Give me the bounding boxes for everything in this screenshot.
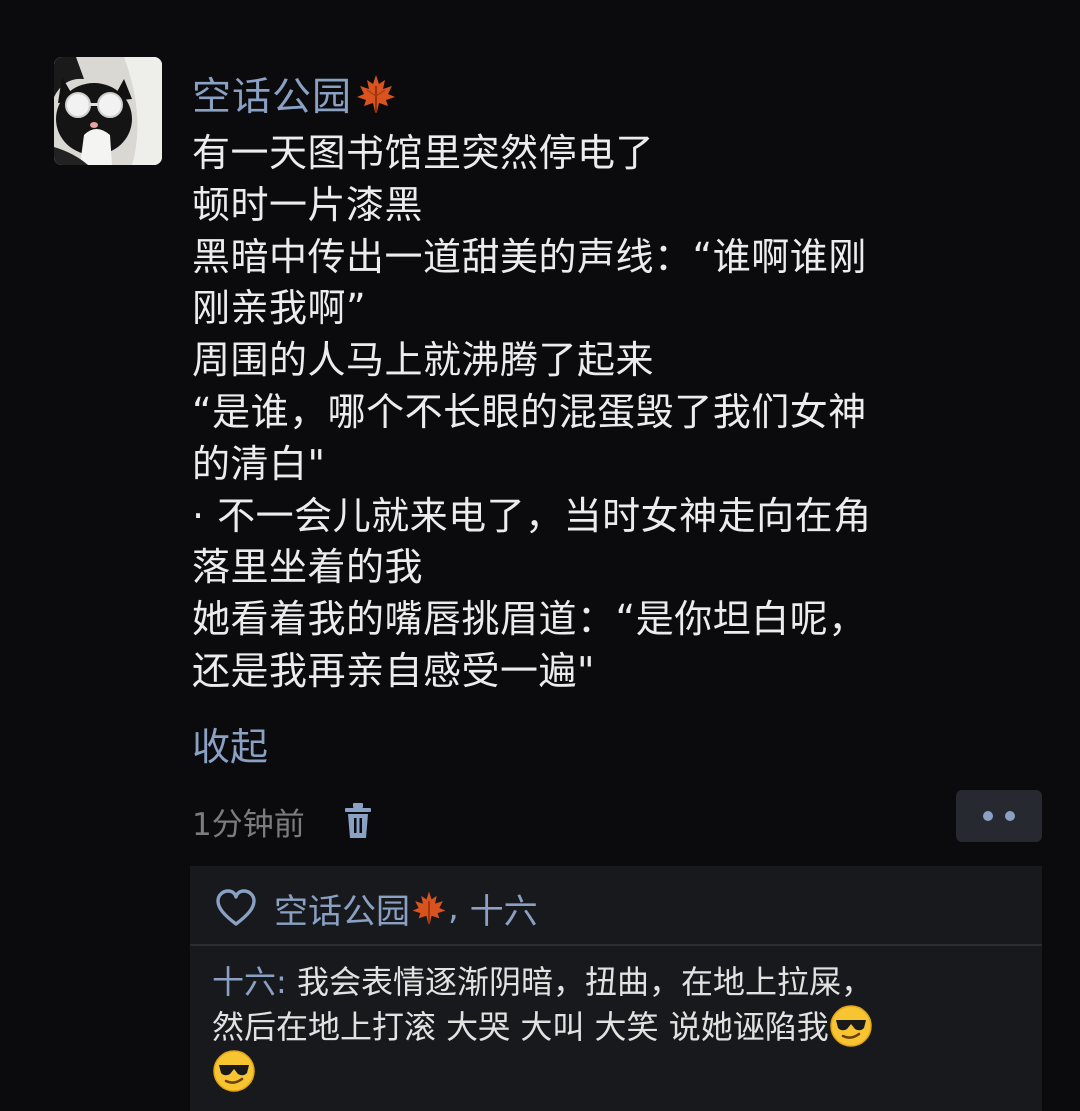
likes-row: 空话公园 , 十六 — [214, 880, 538, 936]
maple-leaf-icon — [410, 889, 448, 927]
post-line: 黑暗中传出一道甜美的声线：“谁啊谁刚 — [192, 234, 867, 279]
collapse-link[interactable]: 收起 — [192, 716, 268, 771]
comment-text-line: 我会表情逐渐阴暗，扭曲，在地上拉屎， — [296, 963, 873, 1001]
liker-name[interactable]: 空话公园 — [274, 884, 410, 933]
post-line: 还是我再亲自感受一遍" — [192, 648, 595, 693]
heart-icon[interactable] — [214, 888, 258, 928]
post-line: 她看着我的嘴唇挑眉道：“是你坦白呢， — [192, 597, 867, 642]
interaction-panel: 空话公园 , 十六 十六: 我会表情逐渐阴暗，扭曲，在地上拉屎， 然后在地上打滚… — [190, 866, 1042, 1111]
comment-colon: : — [276, 963, 297, 1001]
post-line: 有一天图书馆里突然停电了 — [192, 131, 655, 175]
more-actions-button[interactable] — [956, 790, 1042, 842]
liker-name[interactable]: 十六 — [470, 884, 538, 933]
post-header: 空话公园 — [192, 64, 398, 124]
sunglasses-emoji-icon — [212, 1049, 256, 1093]
sunglasses-emoji-icon — [829, 1004, 873, 1048]
comment-text-line: 然后在地上打滚 大哭 大叫 大笑 说她诬陷我 — [212, 1008, 829, 1046]
post-line: 落里坐着的我 — [192, 545, 424, 590]
post-line: “是谁，哪个不长眼的混蛋毁了我们女神 — [192, 389, 867, 434]
avatar[interactable] — [54, 57, 162, 165]
post-line: · 不一会儿就来电了，当时女神走向在角 — [192, 493, 872, 538]
cat-avatar-image — [54, 57, 162, 165]
comment-author[interactable]: 十六 — [212, 963, 276, 1001]
dot-icon — [983, 811, 993, 821]
comment-line: 十六: 我会表情逐渐阴暗，扭曲，在地上拉屎， — [212, 960, 1032, 1004]
divider — [190, 944, 1042, 946]
dot-icon — [1005, 811, 1015, 821]
liker-separator: , — [448, 888, 470, 928]
post-timestamp: 1分钟前 — [192, 806, 305, 843]
comment-line: 然后在地上打滚 大哭 大叫 大笑 说她诬陷我 — [212, 1004, 1032, 1049]
trash-icon[interactable] — [343, 802, 373, 840]
post-username[interactable]: 空话公园 — [192, 66, 352, 122]
post-meta: 1分钟前 — [192, 796, 373, 846]
post-line: 顿时一片漆黑 — [192, 182, 424, 227]
comment-item: 十六: 我会表情逐渐阴暗，扭曲，在地上拉屎， 然后在地上打滚 大哭 大叫 大笑 … — [212, 960, 1032, 1094]
post-content: 有一天图书馆里突然停电了 顿时一片漆黑 黑暗中传出一道甜美的声线：“谁啊谁刚 刚… — [192, 128, 1032, 698]
maple-leaf-icon — [354, 72, 398, 116]
comment-line — [212, 1049, 1032, 1094]
post-line: 周围的人马上就沸腾了起来 — [192, 338, 655, 383]
post-line: 刚亲我啊” — [192, 286, 367, 331]
post-line: 的清白" — [192, 441, 326, 486]
